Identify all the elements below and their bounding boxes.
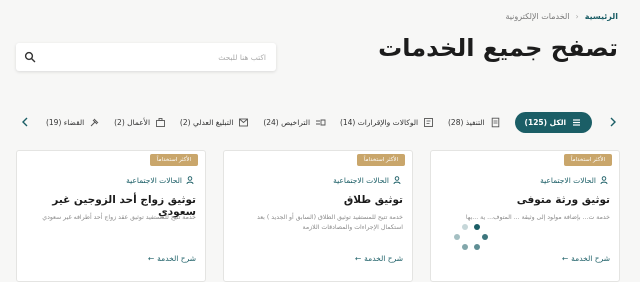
card-category: الحالات الاجتماعية [540, 175, 610, 185]
search-input[interactable] [36, 44, 276, 70]
tab-business[interactable]: الأعمال (2) [114, 117, 166, 128]
tab-agencies[interactable]: الوكالات والإقرارات (14) [340, 117, 434, 128]
search-icon[interactable] [24, 51, 36, 63]
tab-label: الوكالات والإقرارات (14) [339, 117, 419, 127]
tab-all[interactable]: الكل (125) [514, 111, 593, 133]
card-title: توثيق طلاق [343, 194, 403, 206]
tab-label: القضاء (19) [45, 117, 85, 127]
list-icon [573, 118, 581, 126]
briefcase-icon [156, 117, 165, 127]
most-used-badge: الأكثر استخداماً [149, 154, 198, 166]
tab-licenses[interactable]: التراخيص (24) [263, 117, 326, 128]
chevron-left-icon: ‹ [575, 12, 579, 21]
card-title: توثيق ورثة متوفى [516, 194, 610, 206]
service-card-divorce[interactable]: الأكثر استخداماً الحالات الاجتماعية توثي… [223, 150, 413, 282]
card-category-label: الحالات الاجتماعية [333, 175, 389, 185]
card-category: الحالات الاجتماعية [333, 175, 403, 185]
judiciary-icon [90, 118, 99, 126]
tabs-next-arrow[interactable] [606, 115, 620, 129]
tabs-prev-arrow[interactable] [18, 115, 32, 129]
users-icon [600, 176, 608, 185]
document-icon [491, 117, 499, 127]
card-category-label: الحالات الاجتماعية [540, 175, 596, 185]
card-category-label: الحالات الاجتماعية [126, 175, 182, 185]
most-used-badge: الأكثر استخداماً [563, 154, 612, 166]
tab-judicial-notification[interactable]: التبليغ العدلي (2) [180, 117, 250, 128]
breadcrumb: الرئيسية ‹ الخدمات الإلكترونية [505, 12, 618, 21]
service-card-heirs[interactable]: الأكثر استخداماً الحالات الاجتماعية توثي… [430, 150, 620, 282]
loading-spinner-icon [454, 224, 488, 250]
category-tabs: الكل (125) التنفيذ (28) الوكالات والإقرا… [18, 110, 620, 134]
breadcrumb-current: الخدمات الإلكترونية [505, 12, 570, 21]
most-used-badge: الأكثر استخداماً [356, 154, 405, 166]
service-cards: الأكثر استخداماً الحالات الاجتماعية توثي… [16, 150, 620, 282]
card-description: خدمة تتيح للمستفيد توثيق الطلاق (السابق … [256, 214, 403, 231]
search-box [16, 43, 276, 71]
users-icon [393, 176, 401, 185]
tab-execution[interactable]: التنفيذ (28) [448, 117, 501, 128]
tab-label: الأعمال (2) [114, 117, 151, 127]
tab-label: التنفيذ (28) [447, 117, 485, 127]
tab-label: الكل (125) [524, 117, 567, 127]
page-title: تصفح جميع الخدمات [378, 34, 618, 62]
license-icon [316, 119, 326, 125]
tab-judiciary[interactable]: القضاء (19) [46, 117, 100, 128]
breadcrumb-home-link[interactable]: الرئيسية [585, 12, 618, 21]
users-icon [186, 176, 194, 185]
card-description: خدمة تتيح للمستفيد توثيق عقد زواج أحد أط… [42, 214, 196, 221]
service-card-marriage[interactable]: الأكثر استخداماً الحالات الاجتماعية توثي… [16, 150, 206, 282]
agency-icon [424, 117, 434, 127]
notification-icon [239, 118, 249, 126]
chevron-left-icon [22, 117, 28, 127]
chevron-right-icon [610, 117, 616, 127]
tab-label: التبليغ العدلي (2) [179, 117, 234, 127]
tab-label: التراخيص (24) [263, 117, 311, 127]
card-category: الحالات الاجتماعية [126, 175, 196, 185]
